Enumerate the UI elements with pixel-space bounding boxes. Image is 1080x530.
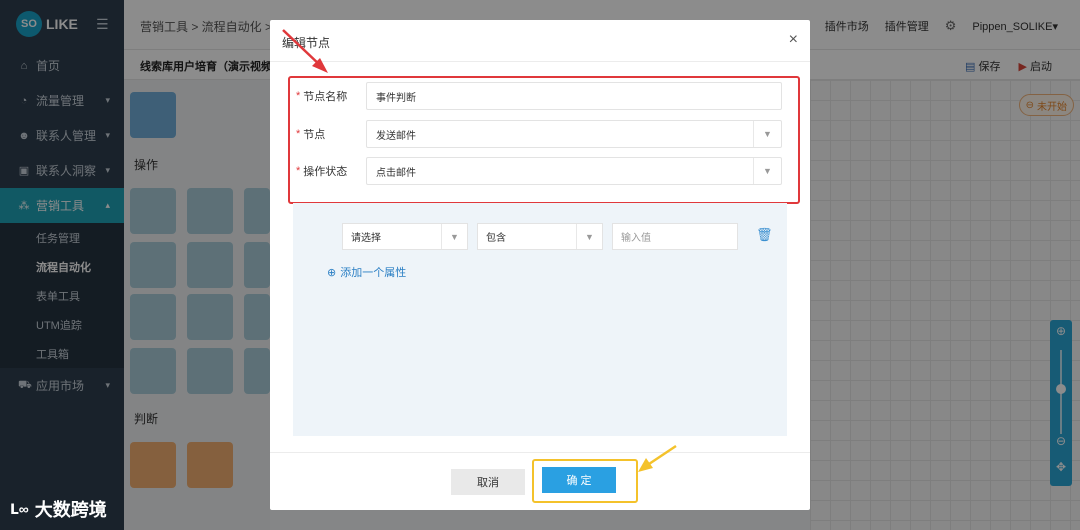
node-select[interactable]: 发送邮件 ▼ (366, 120, 782, 148)
form-row-op-status: * 操作状态 点击邮件 ▼ (296, 157, 786, 185)
cancel-button[interactable]: 取消 (451, 469, 525, 495)
value-input[interactable]: 输入值 (612, 223, 738, 250)
add-attribute-button[interactable]: ⊕ 添加一个属性 (327, 264, 406, 280)
operator-select-value: 包含 (486, 233, 506, 244)
op-status-select[interactable]: 点击邮件 ▼ (366, 157, 782, 185)
trash-icon[interactable]: 🗑 (756, 227, 773, 243)
required-marker: * (296, 128, 301, 140)
dialog-title: 编辑节点 (282, 36, 331, 50)
watermark: ᒪ∞ 大数跨境 (10, 496, 107, 522)
watermark-text: 大数跨境 (34, 500, 107, 520)
edit-node-dialog: 编辑节点 × * 节点名称 事件判断 * 节点 发送邮件 ▼ * 操作状态 点击… (270, 20, 810, 510)
condition-area: 请选择 ▼ 包含 ▼ 输入值 🗑 ⊕ 添加一个属性 (293, 203, 787, 436)
op-status-label: 操作状态 (303, 166, 348, 178)
dialog-header: 编辑节点 × (270, 20, 810, 62)
confirm-button[interactable]: 确 定 (542, 467, 616, 493)
form-row-node-name: * 节点名称 事件判断 (296, 82, 786, 110)
node-select-value: 发送邮件 (376, 130, 416, 142)
form-row-node: * 节点 发送邮件 ▼ (296, 120, 786, 148)
chevron-down-icon[interactable]: ▼ (753, 121, 781, 147)
close-icon[interactable]: × (789, 31, 798, 49)
chevron-down-icon[interactable]: ▼ (576, 224, 602, 249)
operator-select[interactable]: 包含 ▼ (477, 223, 603, 250)
required-marker: * (296, 90, 301, 102)
plus-circle-icon: ⊕ (327, 266, 337, 279)
watermark-logo: ᒪ∞ (10, 500, 29, 517)
node-name-input[interactable]: 事件判断 (366, 82, 782, 110)
attribute-select[interactable]: 请选择 ▼ (342, 223, 468, 250)
attribute-select-value: 请选择 (351, 233, 381, 244)
required-marker: * (296, 165, 301, 177)
chevron-down-icon[interactable]: ▼ (441, 224, 467, 249)
dialog-footer: 取消 确 定 (270, 452, 810, 510)
op-status-value: 点击邮件 (376, 167, 416, 179)
chevron-down-icon[interactable]: ▼ (753, 158, 781, 184)
node-label: 节点 (303, 129, 326, 141)
node-name-label: 节点名称 (303, 91, 348, 103)
add-attribute-label: 添加一个属性 (340, 267, 407, 279)
